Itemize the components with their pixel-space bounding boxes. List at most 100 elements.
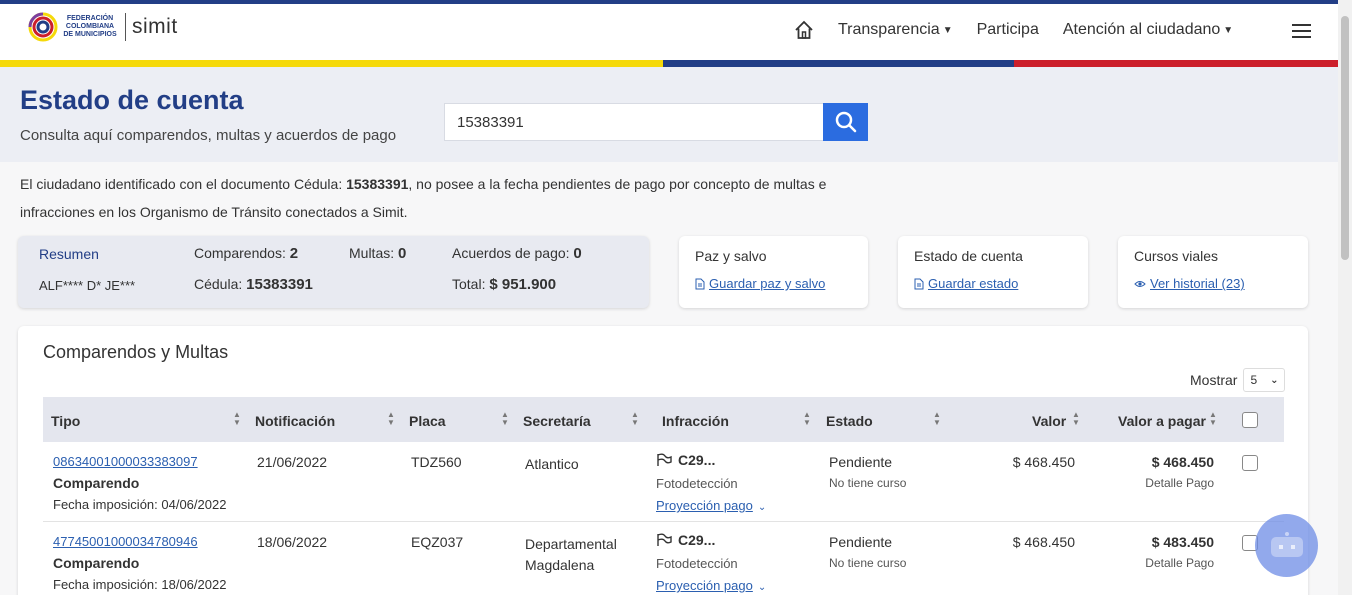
- valor-pagar-value: $ 468.450: [1151, 454, 1214, 470]
- nav-participa[interactable]: Participa: [977, 21, 1039, 39]
- proyeccion-label: Proyección pago: [656, 578, 753, 593]
- comparendo-number-link[interactable]: 08634001000033383097: [53, 454, 198, 469]
- flag-icon: [657, 533, 672, 546]
- col-valor[interactable]: Valor: [1032, 413, 1066, 429]
- chevron-down-icon: ⌄: [1270, 374, 1279, 386]
- total-value: Total: $ 951.900: [452, 276, 557, 293]
- acuerdos-count: Acuerdos de pago: 0: [452, 245, 582, 262]
- valor-value: $ 468.450: [1012, 454, 1075, 470]
- card-title: Estado de cuenta: [914, 248, 1023, 264]
- caret-down-icon: ▼: [942, 24, 953, 36]
- sort-icon[interactable]: ▲ ▼: [1209, 411, 1217, 427]
- sort-icon[interactable]: ▲ ▼: [933, 411, 941, 427]
- home-icon: [795, 20, 813, 39]
- col-secretaria[interactable]: Secretaría: [523, 413, 591, 429]
- sort-icon[interactable]: ▲ ▼: [501, 411, 509, 427]
- infraccion-code[interactable]: C29...: [656, 532, 715, 548]
- tipo-value: Comparendo: [53, 475, 140, 491]
- col-notificacion[interactable]: Notificación: [255, 413, 335, 429]
- infraccion-code[interactable]: C29...: [656, 452, 715, 468]
- navbar: FEDERACIÓN COLOMBIANA DE MUNICIPIOS simi…: [0, 4, 1338, 60]
- flag-color-bar: [0, 60, 1338, 67]
- curso-value: No tiene curso: [829, 556, 907, 570]
- caret-down-icon: ▼: [1223, 24, 1234, 36]
- table-title: Comparendos y Multas: [43, 342, 229, 362]
- main-nav: Transparencia ▼ Participa Atención al ci…: [794, 20, 1257, 40]
- page-size-control: Mostrar 5 ⌄: [1190, 368, 1286, 392]
- comparendo-number-link[interactable]: 47745001000034780946: [53, 534, 198, 549]
- chatbot-button[interactable]: [1255, 514, 1318, 577]
- page-size-value: 5: [1250, 373, 1258, 387]
- secretaria-value: Departamental Magdalena: [525, 536, 617, 573]
- main-content: El ciudadano identificado con el documen…: [0, 162, 1338, 595]
- valor-pagar-value: $ 483.450: [1151, 534, 1214, 550]
- col-valor-pagar[interactable]: Valor a pagar: [1118, 413, 1206, 429]
- robot-icon: [1270, 531, 1303, 557]
- blue-stripe: [663, 60, 1014, 67]
- search-button[interactable]: [823, 103, 868, 141]
- estado-value: Pendiente: [829, 454, 893, 470]
- search-input[interactable]: [445, 104, 824, 140]
- citizen-name: ALF**** D* JE***: [39, 278, 136, 293]
- resumen-card: Resumen ALF**** D* JE*** Comparendos: 2 …: [18, 236, 649, 308]
- col-tipo[interactable]: Tipo: [51, 413, 80, 429]
- detalle-pago-link[interactable]: Detalle Pago: [1114, 476, 1214, 490]
- fcm-logo-icon: [28, 12, 58, 42]
- estado-cuenta-card: Estado de cuenta Guardar estado: [898, 236, 1088, 308]
- page-subtitle: Consulta aquí comparendos, multas y acue…: [20, 127, 397, 144]
- logo-divider: [125, 13, 126, 41]
- sort-icon[interactable]: ▲ ▼: [1072, 411, 1080, 427]
- page-size-select[interactable]: 5 ⌄: [1243, 368, 1286, 392]
- medio-value: Fotodetección: [656, 476, 738, 491]
- search-icon: [835, 111, 856, 133]
- proyeccion-pago-toggle[interactable]: Proyección pago ⌄: [656, 577, 766, 593]
- table-header: Tipo ▲ ▼ Notificación ▲ ▼ Placa ▲ ▼ Secreta…: [43, 397, 1284, 442]
- page-title: Estado de cuenta: [20, 85, 244, 115]
- sort-icon[interactable]: ▲ ▼: [233, 411, 241, 427]
- sort-icon[interactable]: ▲ ▼: [631, 411, 639, 427]
- valor-value: $ 468.450: [1012, 534, 1075, 550]
- select-all-checkbox[interactable]: [1242, 412, 1258, 428]
- col-estado[interactable]: Estado: [826, 413, 873, 429]
- cursos-viales-card: Cursos viales Ver historial (23): [1118, 236, 1308, 308]
- search-box: [444, 103, 868, 141]
- logo-text: FEDERACIÓN COLOMBIANA DE MUNICIPIOS: [63, 15, 117, 38]
- sort-icon[interactable]: ▲ ▼: [803, 411, 811, 427]
- comparendos-table-card: Comparendos y Multas Mostrar 5 ⌄ Tipo ▲ ▼…: [18, 326, 1308, 595]
- sort-icon[interactable]: ▲ ▼: [387, 411, 395, 427]
- nav-atencion-label: Atención al ciudadano: [1062, 21, 1221, 38]
- detalle-pago-link[interactable]: Detalle Pago: [1114, 556, 1214, 570]
- nav-participa-label: Participa: [976, 21, 1039, 38]
- logo-brand: simit: [132, 15, 178, 38]
- ver-historial-link[interactable]: Ver historial (23): [1134, 276, 1245, 291]
- link-label: Ver historial (23): [1150, 276, 1245, 291]
- comparendos-count: Comparendos: 2: [194, 245, 299, 262]
- link-label: Guardar paz y salvo: [709, 276, 826, 291]
- fecha-imposicion: Fecha imposición: 04/06/2022: [53, 497, 227, 512]
- curso-value: No tiene curso: [829, 476, 907, 490]
- guardar-paz-y-salvo-link[interactable]: Guardar paz y salvo: [695, 276, 825, 291]
- tipo-value: Comparendo: [53, 555, 140, 571]
- nav-home[interactable]: [794, 20, 814, 40]
- chevron-down-icon: ⌄: [757, 582, 767, 593]
- proyeccion-pago-toggle[interactable]: Proyección pago ⌄: [656, 497, 766, 513]
- row-checkbox[interactable]: [1242, 455, 1258, 471]
- scrollbar-thumb[interactable]: [1341, 16, 1349, 260]
- col-placa[interactable]: Placa: [409, 413, 446, 429]
- notice-prefix: El ciudadano identificado con el documen…: [20, 176, 347, 192]
- table-row: 08634001000033383097 Comparendo Fecha im…: [43, 442, 1284, 522]
- proyeccion-label: Proyección pago: [656, 498, 753, 513]
- col-infraccion[interactable]: Infracción: [662, 413, 729, 429]
- nav-transparencia[interactable]: Transparencia ▼: [838, 21, 953, 39]
- page-scrollbar[interactable]: [1338, 0, 1352, 595]
- guardar-estado-link[interactable]: Guardar estado: [914, 276, 1018, 291]
- nav-atencion[interactable]: Atención al ciudadano ▼: [1063, 21, 1233, 39]
- medio-value: Fotodetección: [656, 556, 738, 571]
- notificacion-value: 18/06/2022: [257, 534, 328, 550]
- red-stripe: [1014, 60, 1338, 67]
- hamburger-menu-icon[interactable]: [1292, 24, 1311, 42]
- card-title: Paz y salvo: [695, 248, 767, 264]
- secretaria-value: Atlantico: [525, 456, 579, 472]
- site-logo[interactable]: FEDERACIÓN COLOMBIANA DE MUNICIPIOS simi…: [28, 12, 178, 42]
- flag-icon: [657, 453, 672, 466]
